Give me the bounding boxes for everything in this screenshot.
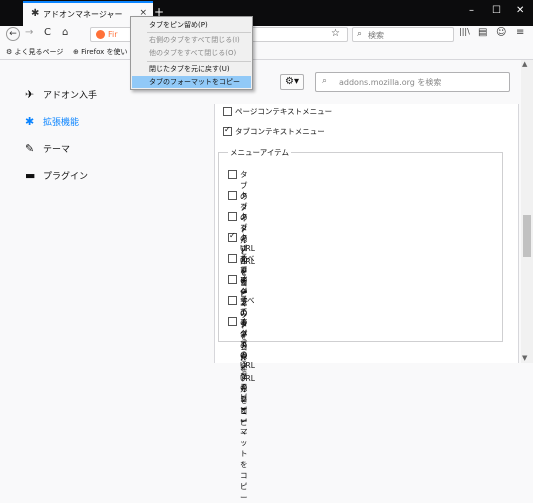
bookmark-label: Firefox を使い [81,48,128,56]
menu-item-copy-tab-format[interactable]: タブのフォーマットをコピー [132,76,251,88]
checkbox-page-context[interactable] [223,107,232,116]
checkbox-menu-item[interactable] [228,231,237,242]
checkbox-menu-item[interactable] [228,317,237,326]
menu-items-fieldset [218,152,503,342]
extensions-discover-icon: ✈ [25,88,35,101]
menu-separator [147,32,251,33]
reload-button[interactable]: C [44,27,51,38]
search-icon: ⌕ [357,29,363,39]
search-input[interactable]: 検索 [368,30,384,41]
category-label: 拡張機能 [43,118,80,128]
bookmark-firefox[interactable]: ⊕ Firefox を使い [73,47,128,57]
library-icon[interactable]: |||\ [459,27,470,36]
checkbox-menu-item[interactable] [228,212,237,221]
checkbox-tab-context[interactable] [223,125,232,136]
close-window-button[interactable]: ✕ [516,5,524,16]
scrollbar[interactable] [521,60,533,363]
forward-button[interactable]: → [25,27,33,38]
firefox-icon [96,30,105,39]
menu-icon[interactable]: ≡ [516,27,524,38]
bookmark-star-icon[interactable]: ☆ [331,28,340,39]
tools-gear-button[interactable]: ⚙▾ [280,74,304,90]
menu-items-legend: メニューアイテム [228,147,291,158]
puzzle-icon: ✱ [31,8,40,19]
checkbox-menu-item[interactable] [228,191,237,200]
scrollbar-thumb[interactable] [523,215,531,257]
category-plugins[interactable]: ▬ プラグイン [25,169,88,182]
menu-item-label: すべてのタブのフォーマットをコピー [240,317,248,502]
option-label: ページコンテキストメニュー [235,107,333,116]
bookmark-most-visited[interactable]: ⚙ よく見るページ [6,47,63,57]
scroll-down-icon[interactable]: ▼ [522,354,527,362]
checkbox-menu-item[interactable] [228,275,237,284]
maximize-button[interactable]: ☐ [492,5,501,16]
globe-icon: ⊕ [73,48,79,56]
checkbox-menu-item[interactable] [228,254,237,263]
checkbox-menu-item[interactable] [228,170,237,179]
menu-item-close-others[interactable]: 他のタブをすべて閉じる(O) [132,47,251,59]
scroll-up-icon[interactable]: ▲ [522,60,527,68]
category-extensions[interactable]: ✱ 拡張機能 [25,115,79,128]
menu-item-close-right[interactable]: 右側のタブをすべて閉じる(I) [132,34,251,46]
back-button[interactable]: ← [6,27,20,41]
sidebar-icon[interactable]: ▤ [478,27,487,38]
brush-icon: ✎ [25,142,35,155]
category-label: テーマ [43,145,71,155]
menu-item-undo-close[interactable]: 閉じたタブを元に戻す(U) [132,63,251,75]
plugin-icon: ▬ [25,169,36,182]
category-themes[interactable]: ✎ テーマ [25,142,70,155]
checkbox-menu-item[interactable] [228,296,237,305]
minimize-button[interactable]: – [469,5,474,16]
home-button[interactable]: ⌂ [62,27,68,38]
category-label: アドオン入手 [43,91,98,101]
amo-search-placeholder: addons.mozilla.org を検索 [339,78,442,87]
category-discover[interactable]: ✈ アドオン入手 [25,88,97,101]
menu-item-pin-tab[interactable]: タブをピン留め(P) [132,19,251,31]
bookmark-label: よく見るページ [14,48,64,56]
tab-context-menu: タブをピン留め(P) 右側のタブをすべて閉じる(I) 他のタブをすべて閉じる(O… [130,16,253,90]
puzzle-icon: ✱ [25,115,35,128]
tab-title: アドオンマネージャー [43,10,123,19]
search-icon: ⌕ [322,76,328,86]
url-identity-label: Fir [108,30,118,39]
account-icon[interactable]: ☺ [496,27,506,38]
option-label: タブコンテキストメニュー [235,127,325,136]
menu-separator [147,61,251,62]
gear-icon: ⚙ [6,48,13,56]
category-label: プラグイン [43,172,89,182]
